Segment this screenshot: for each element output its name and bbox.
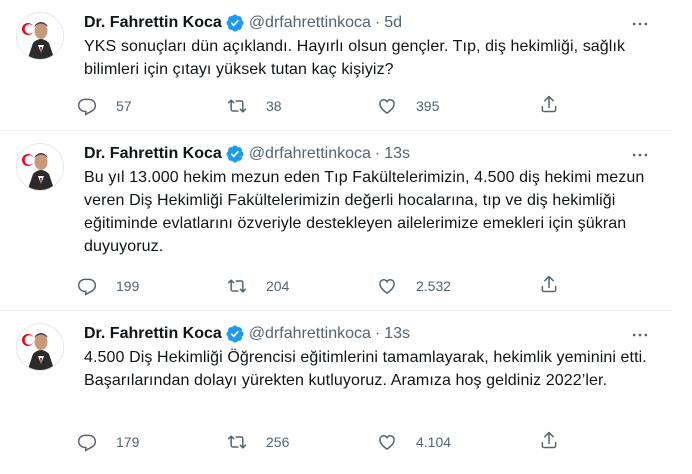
retweet-count: 204 (266, 278, 290, 294)
tweet-actions: 57 38 395 (70, 89, 590, 123)
author-handle[interactable]: @drfahrettinkoca (249, 14, 371, 32)
timestamp[interactable]: 13s (384, 145, 410, 163)
like-count: 395 (416, 98, 440, 114)
more-options-icon[interactable] (628, 143, 652, 167)
heart-icon (370, 269, 404, 303)
avatar-image (17, 324, 63, 370)
more-options-icon[interactable] (628, 12, 652, 36)
avatar[interactable] (16, 12, 64, 60)
tweet-header: Dr. Fahrettin Koca @drfahrettinkoca · 5d (84, 12, 402, 34)
tweet[interactable]: Dr. Fahrettin Koca @drfahrettinkoca · 13… (0, 131, 672, 311)
tweet-feed: Dr. Fahrettin Koca @drfahrettinkoca · 5d… (0, 0, 692, 474)
tweet-actions: 179 256 4.104 (70, 425, 590, 459)
author-name[interactable]: Dr. Fahrettin Koca (84, 325, 222, 343)
author-handle[interactable]: @drfahrettinkoca (249, 325, 371, 343)
retweet-icon (220, 89, 254, 123)
like-count: 4.104 (416, 434, 452, 450)
reply-button[interactable]: 179 (70, 425, 220, 459)
author-handle[interactable]: @drfahrettinkoca (249, 145, 371, 163)
reply-button[interactable]: 199 (70, 269, 220, 303)
like-button[interactable]: 395 (370, 89, 520, 123)
retweet-count: 38 (266, 98, 282, 114)
reply-icon (70, 89, 104, 123)
separator: · (374, 325, 381, 342)
tweet-text: YKS sonuçları dün açıklandı. Hayırlı ols… (84, 38, 626, 78)
separator: · (374, 145, 381, 162)
timestamp[interactable]: 5d (384, 14, 402, 32)
retweet-button[interactable]: 256 (220, 425, 370, 459)
avatar-image (17, 144, 63, 190)
reply-count: 57 (116, 98, 132, 114)
more-options-icon[interactable] (628, 323, 652, 347)
share-button[interactable] (532, 425, 566, 459)
like-count: 2.532 (416, 278, 452, 294)
share-icon (539, 94, 559, 119)
retweet-count: 256 (266, 434, 290, 450)
verified-badge-icon (225, 144, 245, 164)
timestamp[interactable]: 13s (384, 325, 410, 343)
author-name[interactable]: Dr. Fahrettin Koca (84, 145, 222, 163)
reply-button[interactable]: 57 (70, 89, 220, 123)
share-button[interactable] (532, 269, 566, 303)
avatar[interactable] (16, 323, 64, 371)
tweet[interactable]: Dr. Fahrettin Koca @drfahrettinkoca · 13… (0, 311, 672, 474)
avatar[interactable] (16, 143, 64, 191)
retweet-icon (220, 425, 254, 459)
author-name[interactable]: Dr. Fahrettin Koca (84, 14, 222, 32)
separator: · (374, 14, 381, 31)
retweet-icon (220, 269, 254, 303)
like-button[interactable]: 4.104 (370, 425, 520, 459)
tweet-header: Dr. Fahrettin Koca @drfahrettinkoca · 13… (84, 143, 410, 165)
like-button[interactable]: 2.532 (370, 269, 520, 303)
reply-count: 179 (116, 434, 140, 450)
heart-icon (370, 425, 404, 459)
verified-badge-icon (225, 13, 245, 33)
tweet-header: Dr. Fahrettin Koca @drfahrettinkoca · 13… (84, 323, 410, 345)
reply-icon (70, 269, 104, 303)
retweet-button[interactable]: 204 (220, 269, 370, 303)
share-button[interactable] (532, 89, 566, 123)
share-icon (539, 274, 559, 299)
tweet-text: 4.500 Diş Hekimliği Öğrencisi eğitimleri… (84, 349, 647, 389)
avatar-image (17, 13, 63, 59)
reply-count: 199 (116, 278, 140, 294)
retweet-button[interactable]: 38 (220, 89, 370, 123)
tweet[interactable]: Dr. Fahrettin Koca @drfahrettinkoca · 5d… (0, 0, 672, 131)
share-icon (539, 430, 559, 455)
verified-badge-icon (225, 324, 245, 344)
heart-icon (370, 89, 404, 123)
reply-icon (70, 425, 104, 459)
tweet-text: Bu yıl 13.000 hekim mezun eden Tıp Fakül… (84, 169, 645, 255)
tweet-actions: 199 204 2.532 (70, 269, 590, 303)
